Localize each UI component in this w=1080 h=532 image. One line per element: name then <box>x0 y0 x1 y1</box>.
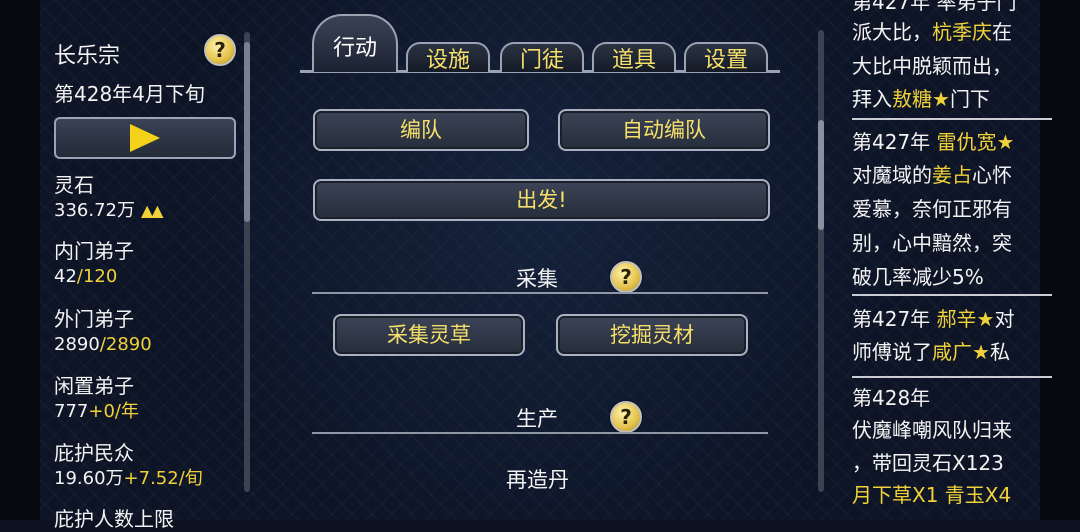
help-icon[interactable]: ? <box>204 34 236 66</box>
event-log: 第427年 率弟子门 派大比，杭季庆在 大比中脱颖而出， 拜入敖糖★门下 第42… <box>852 0 1052 520</box>
main-scroll-thumb[interactable] <box>818 120 824 230</box>
sect-info-panel: 长乐宗 ? 第428年4月下旬 灵石 336.72万 ▲▲ 内门弟子 42/120… <box>36 0 246 531</box>
log-line: 伏魔峰嘲风队归来 <box>852 418 1012 442</box>
mine-material-button[interactable]: 挖掘灵材 <box>556 314 748 356</box>
increase-arrows-icon: ▲▲ <box>140 201 164 220</box>
idle-disciples-stat: 闲置弟子 777+0/年 <box>54 373 139 425</box>
produce-divider <box>312 432 768 434</box>
log-line: ，带回灵石X123 <box>852 451 1004 475</box>
inner-disciples-stat: 内门弟子 42/120 <box>54 238 134 290</box>
idle-disciples-delta: +0/年 <box>88 401 139 422</box>
advance-time-button[interactable] <box>54 117 236 159</box>
gather-help-icon[interactable]: ? <box>610 261 642 293</box>
log-line: 第427年 雷仇宽★ <box>852 130 1015 154</box>
protection-cap-label: 庇护人数上限 <box>54 507 174 531</box>
left-border <box>0 0 40 520</box>
inner-disciples-label: 内门弟子 <box>54 239 134 263</box>
log-divider <box>852 376 1052 378</box>
tab-facilities[interactable]: 设施 <box>406 40 490 73</box>
log-line: 月下草X1 青玉X4 <box>852 479 1011 511</box>
log-line: 对魔域的姜占心怀 <box>852 163 1012 187</box>
auto-team-button[interactable]: 自动编队 <box>558 109 770 151</box>
game-date: 第428年4月下旬 <box>54 82 205 106</box>
tab-disciples[interactable]: 门徒 <box>500 40 584 73</box>
disciple-name: 雷仇宽★ <box>936 130 1015 154</box>
left-scrollbar[interactable] <box>244 32 250 492</box>
idle-disciples-label: 闲置弟子 <box>54 374 134 398</box>
produce-section-title: 生产 <box>516 407 558 431</box>
main-scrollbar[interactable] <box>818 30 824 492</box>
spirit-stone-label: 灵石 <box>54 173 94 197</box>
master-name: 敖糖★ <box>892 87 950 111</box>
tab-action[interactable]: 行动 <box>312 12 398 72</box>
outer-disciples-label: 外门弟子 <box>54 307 134 331</box>
tab-items-label: 道具 <box>611 48 656 73</box>
item-name: 青玉X4 <box>944 483 1012 507</box>
disciple-name: 杭季庆 <box>932 20 992 44</box>
outer-disciples-max: /2890 <box>99 334 152 355</box>
tab-action-label: 行动 <box>332 36 377 61</box>
tab-facilities-label: 设施 <box>425 48 470 73</box>
play-icon <box>130 124 160 152</box>
remake-pill-item[interactable]: 再造丹 <box>506 464 569 494</box>
tab-settings[interactable]: 设置 <box>684 40 768 73</box>
gather-herb-button[interactable]: 采集灵草 <box>333 314 525 356</box>
spirit-stone-value: 336.72万 <box>54 200 135 221</box>
master-name: 咸广★ <box>932 340 990 364</box>
produce-help-icon[interactable]: ? <box>610 401 642 433</box>
outer-disciples-stat: 外门弟子 2890/2890 <box>54 306 152 358</box>
disciple-name: 郝辛★ <box>936 307 995 331</box>
protected-people-delta: +7.52/旬 <box>123 468 203 489</box>
gather-section-title: 采集 <box>516 267 558 291</box>
sect-name: 长乐宗 <box>54 44 121 69</box>
outer-disciples-value: 2890 <box>54 334 100 355</box>
protected-people-label: 庇护民众 <box>54 441 134 465</box>
left-scroll-thumb[interactable] <box>244 42 250 222</box>
log-line: 派大比，杭季庆在 <box>852 20 1012 44</box>
gather-divider <box>312 292 768 294</box>
log-line: 拜入敖糖★门下 <box>852 87 990 111</box>
log-line: 第427年 郝辛★对 <box>852 307 1015 331</box>
log-line: 师傅说了咸广★私 <box>852 340 1010 364</box>
inner-disciples-value: 42 <box>54 266 77 287</box>
spirit-stone-stat: 灵石 336.72万 ▲▲ <box>54 172 164 224</box>
log-line: 爱慕，奈何正邪有 <box>852 197 1012 221</box>
log-line: 破几率减少5% <box>852 265 984 289</box>
tab-items[interactable]: 道具 <box>592 40 676 73</box>
log-divider <box>852 294 1052 296</box>
idle-disciples-value: 777 <box>54 401 89 422</box>
team-button[interactable]: 编队 <box>313 109 529 151</box>
protected-people-value: 19.60万 <box>54 468 124 489</box>
depart-button[interactable]: 出发! <box>313 179 770 221</box>
log-divider <box>852 118 1052 120</box>
item-name: 月下草X1 <box>852 483 939 507</box>
character-name: 姜占 <box>932 163 972 187</box>
log-line: 大比中脱颖而出， <box>852 54 1012 78</box>
log-line: 别，心中黯然，突 <box>852 231 1012 255</box>
log-line: 第428年 <box>852 386 931 410</box>
tab-settings-label: 设置 <box>703 48 748 73</box>
tab-disciples-label: 门徒 <box>519 48 564 73</box>
protection-cap-stat: 庇护人数上限 <box>54 506 174 532</box>
protected-people-stat: 庇护民众 19.60万+7.52/旬 <box>54 440 203 492</box>
inner-disciples-max: /120 <box>76 266 118 287</box>
